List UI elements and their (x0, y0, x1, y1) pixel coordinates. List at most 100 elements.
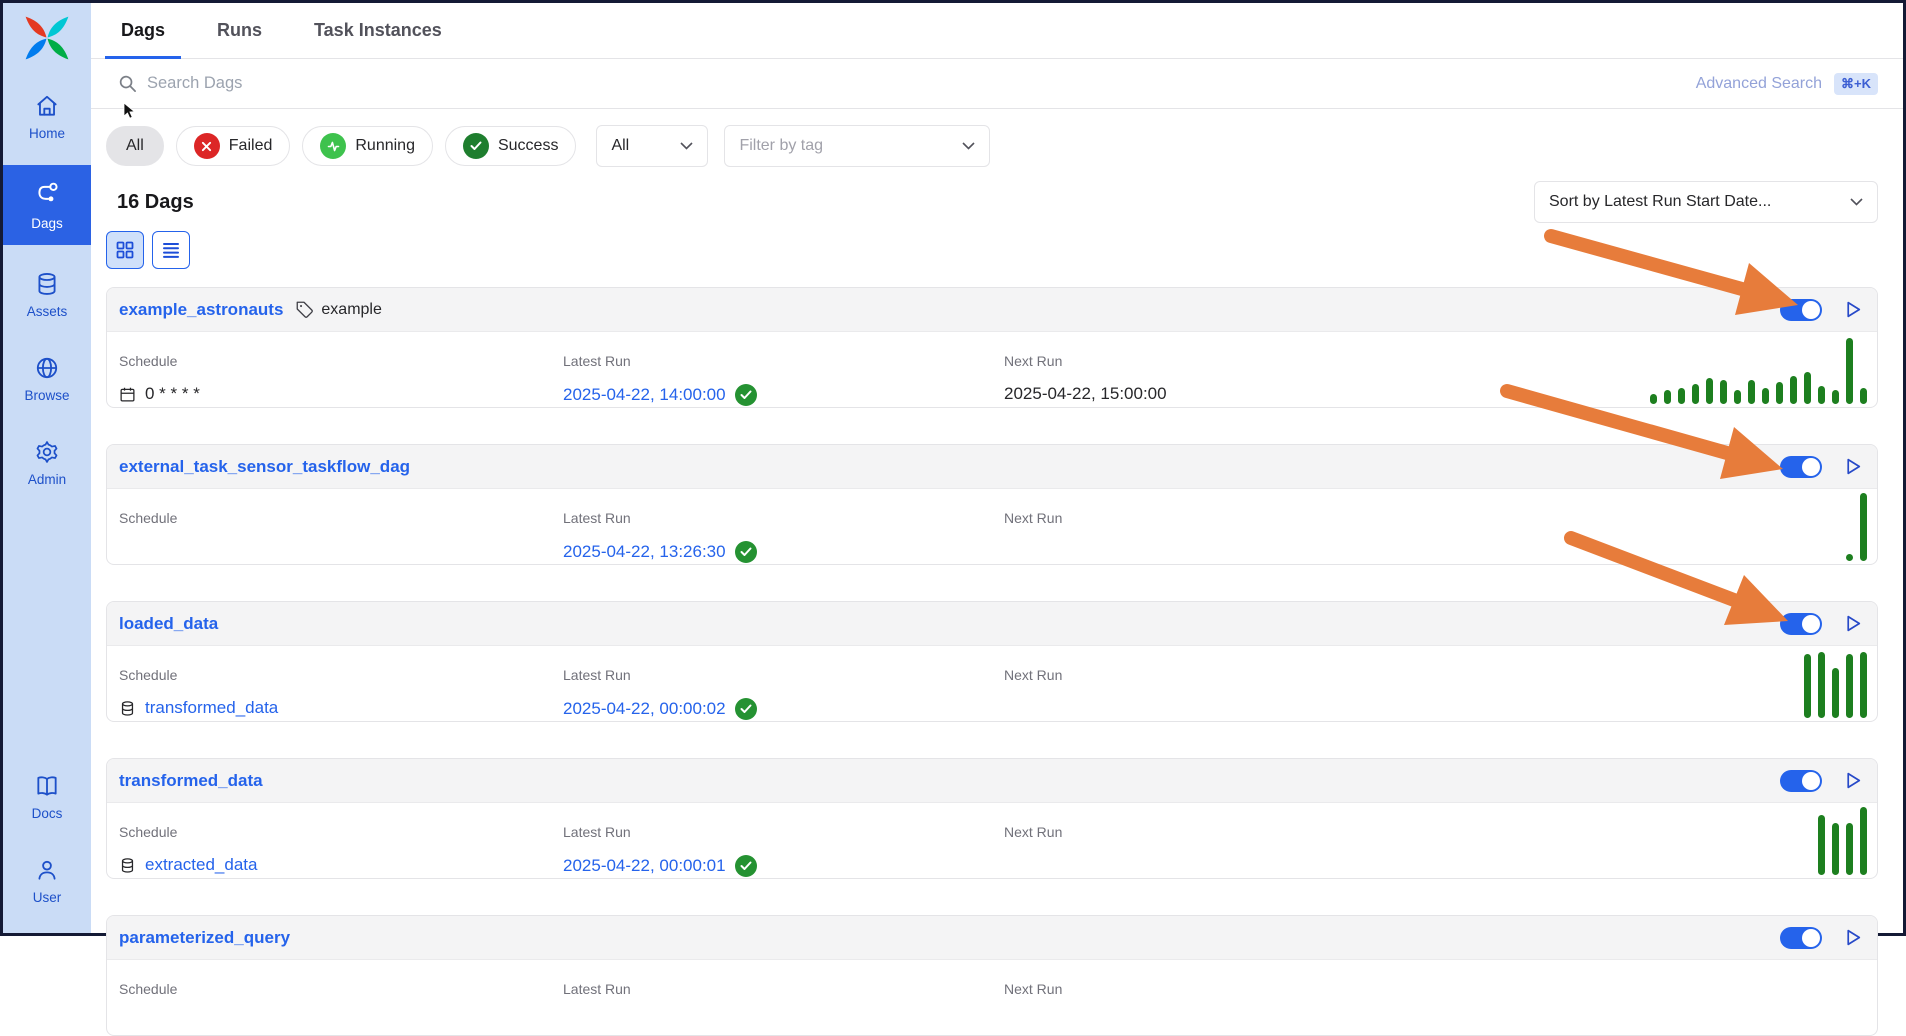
state-chip-all[interactable]: All (106, 126, 164, 166)
run-bar[interactable] (1734, 390, 1741, 404)
sidebar-item-docs[interactable]: Docs (3, 761, 91, 831)
run-bar[interactable] (1846, 654, 1853, 718)
tab-task-instances[interactable]: Task Instances (298, 3, 458, 58)
latest-run-column: Latest Run2025-04-22, 00:00:02 (563, 667, 1004, 721)
tag-filter-select[interactable]: Filter by tag (724, 125, 990, 167)
run-bar[interactable] (1860, 388, 1867, 404)
latest-run-link[interactable]: 2025-04-22, 00:00:02 (563, 699, 726, 719)
dag-card-actions (1780, 770, 1863, 792)
schedule-column: Scheduleextracted_data (119, 824, 563, 878)
dag-card: loaded_data Scheduletransformed_dataLates… (106, 601, 1878, 722)
trigger-dag-button[interactable] (1844, 457, 1863, 476)
list-view-button[interactable] (152, 231, 190, 269)
dag-card-header: transformed_data (107, 759, 1877, 803)
dag-pause-toggle[interactable] (1780, 613, 1822, 635)
run-bar[interactable] (1846, 554, 1853, 561)
toggle-knob (1802, 615, 1820, 633)
sidebar-item-dags[interactable]: Dags (3, 165, 91, 245)
state-chip-success[interactable]: Success (445, 126, 576, 166)
trigger-dag-button[interactable] (1844, 928, 1863, 947)
dag-card-actions (1780, 927, 1863, 949)
search-icon (118, 74, 137, 93)
tab-dags[interactable]: Dags (105, 3, 181, 58)
sidebar-item-browse[interactable]: Browse (3, 343, 91, 413)
sidebar-item-user[interactable]: User (3, 845, 91, 915)
toggle-knob (1802, 458, 1820, 476)
run-bar[interactable] (1720, 380, 1727, 404)
run-bar[interactable] (1692, 384, 1699, 404)
success-badge (735, 855, 757, 877)
dag-name-link[interactable]: loaded_data (119, 614, 218, 634)
search-input[interactable] (147, 74, 1696, 93)
sidebar-item-assets[interactable]: Assets (3, 259, 91, 329)
advanced-search-link[interactable]: Advanced Search (1696, 75, 1822, 93)
schedule-label: Schedule (119, 981, 563, 997)
sidebar-item-admin[interactable]: Admin (3, 427, 91, 497)
run-bar[interactable] (1832, 390, 1839, 404)
run-bar[interactable] (1664, 390, 1671, 404)
schedule-column: Schedule0 * * * * (119, 353, 563, 407)
dag-pause-toggle[interactable] (1780, 770, 1822, 792)
run-bar[interactable] (1650, 394, 1657, 404)
run-bar[interactable] (1832, 668, 1839, 718)
dag-name-link[interactable]: transformed_data (119, 771, 263, 791)
run-bar[interactable] (1860, 493, 1867, 561)
latest-run-link[interactable]: 2025-04-22, 13:26:30 (563, 542, 726, 562)
run-bar[interactable] (1832, 823, 1839, 875)
dag-card-body: Scheduletransformed_dataLatest Run2025-0… (107, 646, 1877, 721)
grid-view-button[interactable] (106, 231, 144, 269)
run-bar[interactable] (1846, 338, 1853, 404)
sidebar-item-label: Home (29, 126, 65, 141)
run-bar[interactable] (1678, 388, 1685, 404)
dag-pause-toggle[interactable] (1780, 299, 1822, 321)
check-icon (740, 547, 752, 557)
run-history-chart (1804, 652, 1867, 718)
run-bar[interactable] (1776, 382, 1783, 404)
schedule-asset-link[interactable]: extracted_data (145, 855, 257, 875)
run-bar[interactable] (1748, 380, 1755, 404)
sort-select[interactable]: Sort by Latest Run Start Date... (1534, 181, 1878, 223)
run-bar[interactable] (1818, 652, 1825, 718)
run-bar[interactable] (1762, 388, 1769, 404)
latest-run-link[interactable]: 2025-04-22, 00:00:01 (563, 856, 726, 876)
run-bar[interactable] (1818, 815, 1825, 875)
paused-filter-select[interactable]: All (596, 125, 708, 167)
run-bar[interactable] (1706, 378, 1713, 404)
dag-name-link[interactable]: external_task_sensor_taskflow_dag (119, 457, 410, 477)
schedule-asset-link[interactable]: transformed_data (145, 698, 278, 718)
dag-pause-toggle[interactable] (1780, 456, 1822, 478)
run-bar[interactable] (1804, 654, 1811, 718)
dag-name-link[interactable]: example_astronauts (119, 300, 283, 320)
latest-run-link[interactable]: 2025-04-22, 14:00:00 (563, 385, 726, 405)
next-run-label: Next Run (1004, 824, 1877, 840)
run-bar[interactable] (1804, 372, 1811, 404)
dag-tag[interactable]: example (295, 300, 381, 319)
latest-run-label: Latest Run (563, 824, 1004, 840)
run-bar[interactable] (1790, 376, 1797, 404)
dag-card-actions (1780, 299, 1863, 321)
trigger-dag-button[interactable] (1844, 771, 1863, 790)
run-bar[interactable] (1846, 823, 1853, 875)
dag-card-header: example_astronauts example (107, 288, 1877, 332)
book-icon (34, 773, 60, 799)
run-bar[interactable] (1860, 652, 1867, 718)
dag-name-link[interactable]: parameterized_query (119, 928, 290, 948)
dag-card-body: ScheduleLatest RunNext Run (107, 960, 1877, 1035)
run-bar[interactable] (1860, 807, 1867, 875)
sidebar-item-label: Admin (28, 472, 66, 487)
sidebar-item-home[interactable]: Home (3, 81, 91, 151)
tab-runs[interactable]: Runs (201, 3, 278, 58)
dag-card-body: Schedule0 * * * *Latest Run2025-04-22, 1… (107, 332, 1877, 407)
state-chip-failed[interactable]: Failed (176, 126, 291, 166)
airflow-logo (20, 11, 74, 65)
dag-card: example_astronauts example Schedule0 * * *… (106, 287, 1878, 408)
run-bar[interactable] (1818, 386, 1825, 404)
trigger-dag-button[interactable] (1844, 614, 1863, 633)
gear-icon (34, 439, 60, 465)
trigger-dag-button[interactable] (1844, 300, 1863, 319)
search-bar: Advanced Search ⌘+K (91, 59, 1903, 109)
next-run-label: Next Run (1004, 981, 1877, 997)
state-chip-running[interactable]: Running (302, 126, 433, 166)
dag-card-body: ScheduleLatest Run2025-04-22, 13:26:30Ne… (107, 489, 1877, 564)
dag-pause-toggle[interactable] (1780, 927, 1822, 949)
